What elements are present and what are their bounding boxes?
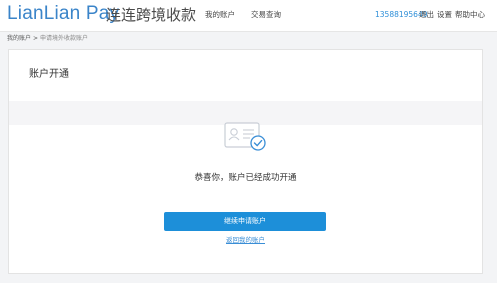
breadcrumb-separator: > [33,35,39,42]
breadcrumb-current: 申请境外收款账户 [40,35,89,42]
breadcrumb-my-account[interactable]: 我的账户 [7,35,31,42]
continue-apply-button[interactable]: 继续申请账户 [164,212,326,231]
logout-link[interactable]: 退出 [419,10,434,20]
back-to-account-link[interactable]: 返回我的账户 [9,236,482,245]
success-message: 恭喜你，账户已经成功开通 [194,173,297,183]
nav-my-account[interactable]: 我的账户 [205,10,235,20]
lianlian-pay-logo[interactable]: LianLian Pay [7,4,119,24]
settings-link[interactable]: 设置 [437,10,452,20]
breadcrumb: 我的账户 > 申请境外收款账户 [7,35,88,43]
help-center-link[interactable]: 帮助中心 [455,10,485,20]
card-title: 账户开通 [29,69,69,80]
id-card-check-icon [224,121,268,153]
brand-cn-title: 连连跨境收款 [106,6,197,24]
top-navigation-bar: LianLian Pay 连连跨境收款 我的账户 交易查询 1358819564… [0,0,497,32]
account-open-card: 账户开通 恭喜你，账户已经成功开通 继续申请账户 返回我的账户 [8,49,483,274]
nav-transaction-query[interactable]: 交易查询 [251,10,281,20]
